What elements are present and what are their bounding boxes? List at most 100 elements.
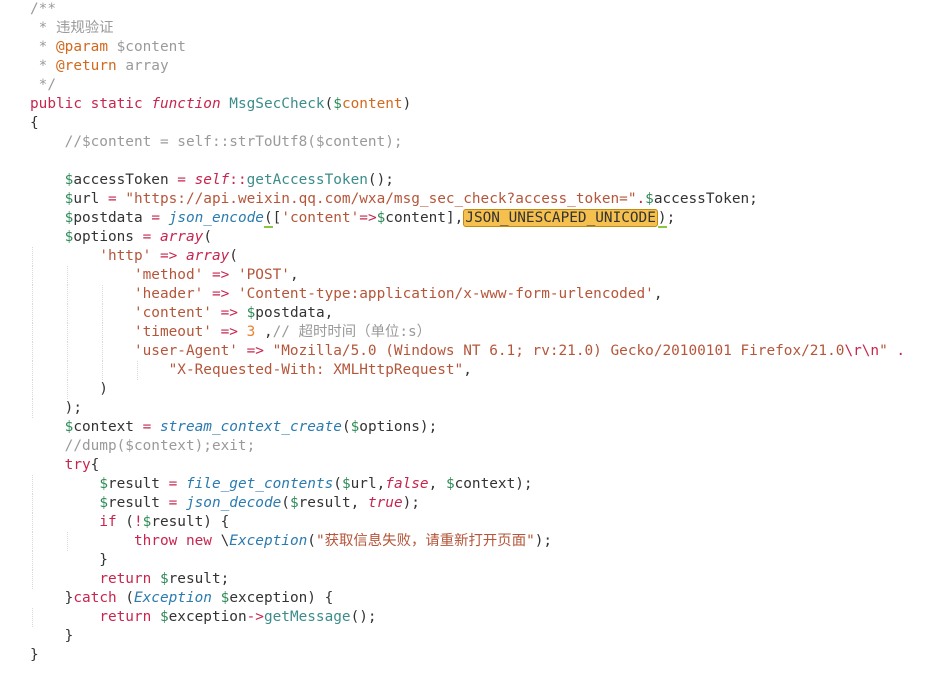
code-line[interactable]: 'content' => $postdata, xyxy=(0,304,951,323)
operator: -> xyxy=(246,609,264,625)
code-line[interactable]: public static function MsgSecCheck($cont… xyxy=(0,95,951,114)
punctuation xyxy=(229,267,238,283)
indent-guide xyxy=(32,361,33,380)
punctuation: ( xyxy=(116,514,134,530)
punctuation: , xyxy=(255,324,273,340)
code-line[interactable]: return $result; xyxy=(0,570,951,589)
code-line[interactable]: 'timeout' => 3 ,// 超时时间（单位:s） xyxy=(0,323,951,342)
punctuation: ( xyxy=(116,590,134,606)
indent-guide xyxy=(101,323,103,342)
variable-sigil: $ xyxy=(289,495,299,511)
code-line[interactable]: * @return array xyxy=(0,57,951,76)
punctuation: ); xyxy=(30,400,82,416)
punctuation xyxy=(30,533,134,549)
code-line[interactable]: * @param $content xyxy=(0,38,951,57)
search-highlight: JSON_UNESCAPED_UNICODE xyxy=(463,209,658,227)
indent-guide xyxy=(136,361,138,380)
operator: => xyxy=(359,210,377,226)
code-line[interactable]: ); xyxy=(0,399,951,418)
string-literal: 'content' xyxy=(281,210,360,226)
operator: => xyxy=(220,305,238,321)
code-line[interactable]: if (!$result) { xyxy=(0,513,951,532)
code-line[interactable]: 'http' => array( xyxy=(0,247,951,266)
code-line[interactable]: ) xyxy=(0,380,951,399)
operator: => xyxy=(246,343,264,359)
matched-bracket: ) xyxy=(657,210,667,228)
code-line[interactable]: $accessToken = self::getAccessToken(); xyxy=(0,171,951,190)
punctuation xyxy=(186,172,195,188)
code-line[interactable]: } xyxy=(0,551,951,570)
string-literal: "X-Requested-With: XMLHttpRequest" xyxy=(168,362,464,378)
string-literal: 'method' xyxy=(133,267,204,283)
indent-guide xyxy=(66,323,68,342)
punctuation xyxy=(30,191,65,207)
punctuation: } xyxy=(30,552,108,568)
punctuation xyxy=(151,419,160,435)
builtin-function: file_get_contents xyxy=(185,476,334,492)
punctuation xyxy=(264,343,273,359)
code-line[interactable]: }catch (Exception $exception) { xyxy=(0,589,951,608)
punctuation xyxy=(221,96,230,112)
code-line[interactable]: //$content = self::strToUtf8($content); xyxy=(0,133,951,152)
code-line[interactable]: 'user-Agent' => "Mozilla/5.0 (Windows NT… xyxy=(0,342,951,361)
code-view[interactable]: /** * 违规验证 * @param $content * @return a… xyxy=(0,0,951,665)
punctuation: ( xyxy=(229,248,238,264)
code-line[interactable]: 'method' => 'POST', xyxy=(0,266,951,285)
indent-guide xyxy=(101,361,103,380)
code-line[interactable]: * 违规验证 xyxy=(0,19,951,38)
keyword: new xyxy=(185,533,212,549)
string-literal: 'header' xyxy=(133,286,204,302)
punctuation: ) xyxy=(402,96,412,112)
punctuation xyxy=(238,324,247,340)
code-line[interactable]: $ url = "https://api.weixin.qq.com/wxa/ms… xyxy=(0,190,951,209)
variable-sigil: $ xyxy=(445,476,455,492)
comment: */ xyxy=(30,77,56,93)
indent-guide xyxy=(66,532,68,551)
code-line[interactable]: try{ xyxy=(0,456,951,475)
code-editor[interactable]: /** * 违规验证 * @param $content * @return a… xyxy=(0,0,951,682)
variable-name: options); xyxy=(359,419,438,435)
punctuation xyxy=(30,476,99,492)
code-line[interactable]: $options = array( xyxy=(0,228,951,247)
indent-guide xyxy=(32,380,33,399)
variable-name: accessToken xyxy=(73,172,178,188)
variable-sigil: $ xyxy=(159,571,169,587)
comment: * xyxy=(30,58,56,74)
code-line[interactable]: */ xyxy=(0,76,951,95)
doc-tag: content xyxy=(341,96,403,112)
punctuation: , xyxy=(428,476,446,492)
builtin-function: stream_context_create xyxy=(159,419,342,435)
code-line[interactable]: } xyxy=(0,627,951,646)
comment: // 超时时间（单位:s） xyxy=(272,324,432,340)
number-literal: 3 xyxy=(246,324,256,340)
punctuation xyxy=(82,96,91,112)
code-line[interactable]: $result = json_decode($result, true); xyxy=(0,494,951,513)
keyword: try xyxy=(64,457,91,473)
code-line[interactable]: /** xyxy=(0,0,951,19)
operator: ! xyxy=(133,514,143,530)
code-line[interactable]: { xyxy=(0,114,951,133)
code-line[interactable] xyxy=(0,152,951,171)
indent-guide xyxy=(32,304,33,323)
variable-sigil: $ xyxy=(350,419,360,435)
code-line[interactable]: return $exception->getMessage(); xyxy=(0,608,951,627)
comment: //dump($context);exit; xyxy=(30,438,256,454)
string-literal: " xyxy=(879,343,888,359)
code-line[interactable]: $context = stream_context_create($option… xyxy=(0,418,951,437)
keyword: static xyxy=(90,96,143,112)
code-line[interactable]: throw new \Exception("获取信息失败，请重新打开页面"); xyxy=(0,532,951,551)
keyword: return xyxy=(99,571,152,587)
code-line[interactable]: } xyxy=(0,646,951,665)
punctuation: (); xyxy=(350,609,377,625)
variable-name: url xyxy=(73,191,108,207)
variable-name: exception xyxy=(168,609,247,625)
punctuation xyxy=(203,286,212,302)
code-line[interactable]: $postdata = json_encode(['content'=>$con… xyxy=(0,209,951,228)
punctuation: ( xyxy=(281,495,290,511)
indent-guide xyxy=(32,475,33,494)
code-line[interactable]: $result = file_get_contents($url,false, … xyxy=(0,475,951,494)
code-line[interactable]: //dump($context);exit; xyxy=(0,437,951,456)
code-line[interactable]: "X-Requested-With: XMLHttpRequest", xyxy=(0,361,951,380)
code-line[interactable]: 'header' => 'Content-type:application/x-… xyxy=(0,285,951,304)
indent-guide xyxy=(101,304,103,323)
